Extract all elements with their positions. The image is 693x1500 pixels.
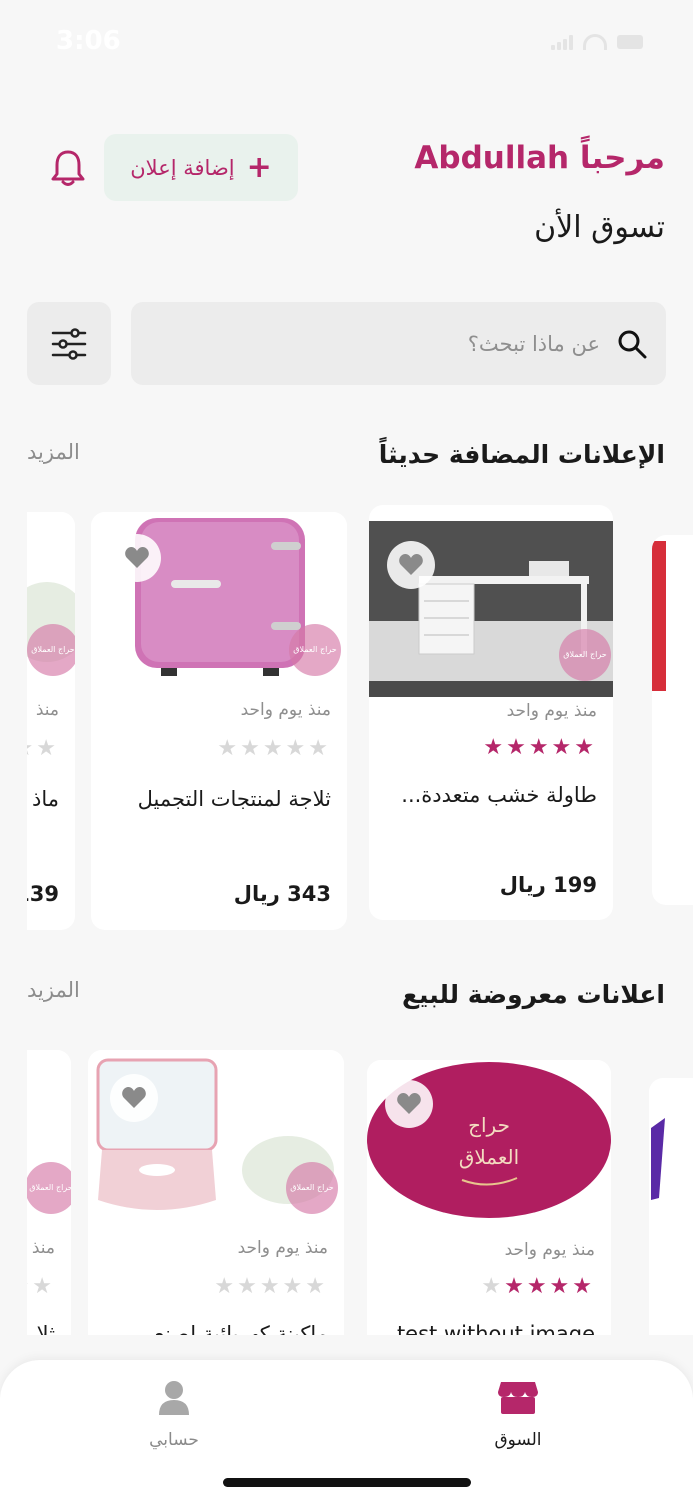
search-input[interactable] bbox=[180, 324, 600, 364]
heart-icon bbox=[399, 554, 423, 575]
ad-image bbox=[652, 541, 666, 691]
favorite-button[interactable] bbox=[385, 1080, 433, 1128]
section-title-recent: الإعلانات المضافة حديثاً bbox=[378, 440, 665, 469]
ad-price: 199 ريال bbox=[499, 873, 597, 897]
heart-icon bbox=[122, 1087, 146, 1108]
ad-title: ماذ bbox=[32, 787, 59, 811]
user-icon bbox=[159, 1381, 189, 1415]
status-time: 3:06 bbox=[56, 26, 121, 56]
heart-icon bbox=[125, 547, 149, 568]
search-box[interactable] bbox=[131, 302, 666, 385]
welcome-title: مرحباً Abdullah bbox=[414, 140, 665, 176]
ad-title: طاولة خشب متعددة... bbox=[401, 783, 597, 807]
watermark-logo: حراج العملاق bbox=[27, 624, 75, 676]
ad-card[interactable]: حراج العملاق منذ يوم واحد ★★★★★ test wit… bbox=[367, 1060, 611, 1335]
plus-icon: + bbox=[246, 149, 272, 185]
watermark-logo: حراج العملاق bbox=[27, 1162, 71, 1214]
ad-title: test without image bbox=[396, 1322, 595, 1335]
rating-stars: ★★★★★ bbox=[27, 736, 59, 761]
add-ad-button[interactable]: + إضافة إعلان bbox=[104, 134, 298, 201]
battery-icon bbox=[617, 35, 643, 49]
nav-item-market[interactable]: السوق bbox=[448, 1380, 588, 1450]
rating-stars: ★★★★★ bbox=[27, 1274, 55, 1299]
ad-card[interactable] bbox=[652, 535, 693, 905]
more-link-for-sale[interactable]: المزيد bbox=[27, 978, 80, 1002]
page-subtitle: تسوق الأن bbox=[534, 210, 665, 245]
ad-card[interactable]: حراج العملاق منذ يوم واحد ★★★★★ ماكينة ك… bbox=[88, 1050, 344, 1335]
ad-card[interactable]: حراج العملاق منذ ★★★★★ ماذ 139 bbox=[27, 512, 75, 930]
ad-title: ثلا bbox=[36, 1322, 55, 1335]
svg-text:العملاق: العملاق bbox=[459, 1145, 519, 1169]
ad-title: ثلاجة لمنتجات التجميل bbox=[137, 787, 331, 811]
add-ad-label: إضافة إعلان bbox=[130, 155, 235, 180]
logo-text: حراج bbox=[468, 1113, 510, 1137]
ad-time: منذ يوم واحد bbox=[506, 701, 597, 721]
heart-icon bbox=[397, 1093, 421, 1114]
store-icon bbox=[498, 1382, 538, 1414]
ad-time: منذ يوم واحد bbox=[240, 700, 331, 720]
favorite-button[interactable] bbox=[110, 1074, 158, 1122]
sliders-icon bbox=[51, 327, 87, 360]
nav-label-account: حسابي bbox=[149, 1430, 199, 1450]
favorite-button[interactable] bbox=[113, 534, 161, 582]
nav-item-account[interactable]: حسابي bbox=[104, 1380, 244, 1450]
ad-card[interactable]: حراج العملاق منذ يوم واحد ★★★★★ طاولة خش… bbox=[369, 505, 613, 920]
ad-time: منذ bbox=[35, 700, 59, 720]
favorite-button[interactable] bbox=[387, 541, 435, 589]
watermark-logo: حراج العملاق bbox=[289, 624, 341, 676]
home-indicator bbox=[223, 1478, 471, 1487]
ad-title: ماكينة كهربائية لصنع bbox=[154, 1322, 328, 1335]
ad-card[interactable]: حراج العملاق منذ ★★★★★ ثلا bbox=[27, 1050, 71, 1335]
more-link-recent[interactable]: المزيد bbox=[27, 440, 80, 464]
bell-icon[interactable] bbox=[50, 148, 86, 188]
ad-time: منذ bbox=[31, 1238, 55, 1258]
ad-image bbox=[649, 1088, 693, 1228]
ad-time: منذ يوم واحد bbox=[504, 1240, 595, 1260]
ad-price: 139 bbox=[27, 882, 59, 906]
watermark-logo: حراج العملاق bbox=[286, 1162, 338, 1214]
rating-stars: ★★★★★ bbox=[214, 1274, 328, 1299]
ad-card[interactable]: حراج العملاق منذ يوم واحد ★★★★★ ثلاجة لم… bbox=[91, 512, 347, 930]
search-icon bbox=[618, 330, 647, 359]
recent-ads-carousel[interactable]: حراج العملاق منذ يوم واحد ★★★★★ طاولة خش… bbox=[27, 505, 693, 940]
signal-icon bbox=[551, 34, 573, 50]
ad-price: 343 ريال bbox=[233, 882, 331, 906]
filter-button[interactable] bbox=[27, 302, 111, 385]
watermark-logo: حراج العملاق bbox=[559, 629, 611, 681]
nav-label-market: السوق bbox=[494, 1430, 542, 1450]
status-bar: 3:06 bbox=[0, 0, 693, 90]
rating-stars: ★★★★★ bbox=[481, 1274, 595, 1299]
section-title-for-sale: اعلانات معروضة للبيع bbox=[401, 980, 665, 1009]
for-sale-carousel[interactable]: حراج العملاق منذ يوم واحد ★★★★★ test wit… bbox=[27, 1050, 693, 1335]
ad-time: منذ يوم واحد bbox=[237, 1238, 328, 1258]
rating-stars: ★★★★★ bbox=[217, 736, 331, 761]
ad-card[interactable] bbox=[649, 1078, 693, 1335]
status-icons bbox=[551, 34, 643, 50]
rating-stars: ★★★★★ bbox=[483, 735, 597, 760]
wifi-icon bbox=[583, 34, 607, 50]
